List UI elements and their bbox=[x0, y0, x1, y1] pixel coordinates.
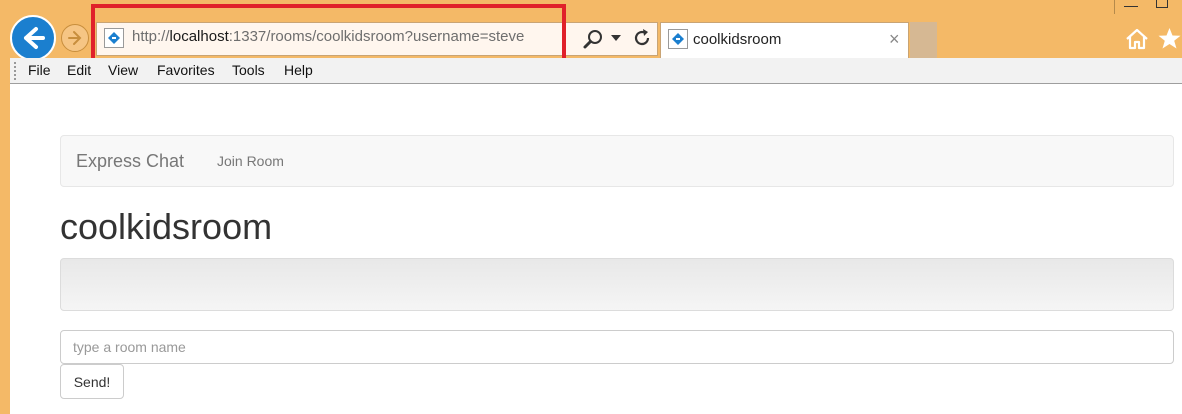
back-arrow-icon bbox=[24, 27, 45, 49]
close-icon[interactable]: × bbox=[889, 29, 900, 50]
tab-site-icon bbox=[668, 29, 688, 49]
favorites-star-icon[interactable] bbox=[1157, 26, 1182, 51]
home-icon[interactable] bbox=[1124, 26, 1150, 52]
menu-tools[interactable]: Tools bbox=[232, 62, 265, 78]
minimize-icon[interactable] bbox=[1124, 6, 1138, 7]
messages-well bbox=[60, 258, 1174, 311]
window-control-divider bbox=[1114, 0, 1115, 14]
refresh-icon[interactable] bbox=[631, 27, 653, 49]
maximize-icon[interactable] bbox=[1156, 0, 1168, 8]
send-button[interactable]: Send! bbox=[60, 364, 124, 399]
nav-link-join-room[interactable]: Join Room bbox=[217, 153, 284, 169]
room-name-input[interactable] bbox=[60, 330, 1174, 364]
navbar-brand[interactable]: Express Chat bbox=[76, 151, 184, 172]
new-tab-button[interactable] bbox=[910, 22, 937, 58]
window-frame-left bbox=[0, 58, 10, 414]
menu-favorites[interactable]: Favorites bbox=[157, 62, 215, 78]
tab-title: coolkidsroom bbox=[693, 31, 782, 48]
forward-button[interactable] bbox=[61, 24, 89, 52]
page-title: coolkidsroom bbox=[60, 206, 273, 247]
back-button[interactable] bbox=[10, 15, 56, 61]
dropdown-icon[interactable] bbox=[611, 34, 621, 42]
menu-grip bbox=[14, 62, 18, 80]
forward-arrow-icon bbox=[68, 31, 82, 45]
menu-view[interactable]: View bbox=[108, 62, 138, 78]
menu-file[interactable]: File bbox=[28, 62, 51, 78]
menu-edit[interactable]: Edit bbox=[67, 62, 91, 78]
menu-help[interactable]: Help bbox=[284, 62, 313, 78]
search-icon[interactable] bbox=[582, 28, 604, 50]
